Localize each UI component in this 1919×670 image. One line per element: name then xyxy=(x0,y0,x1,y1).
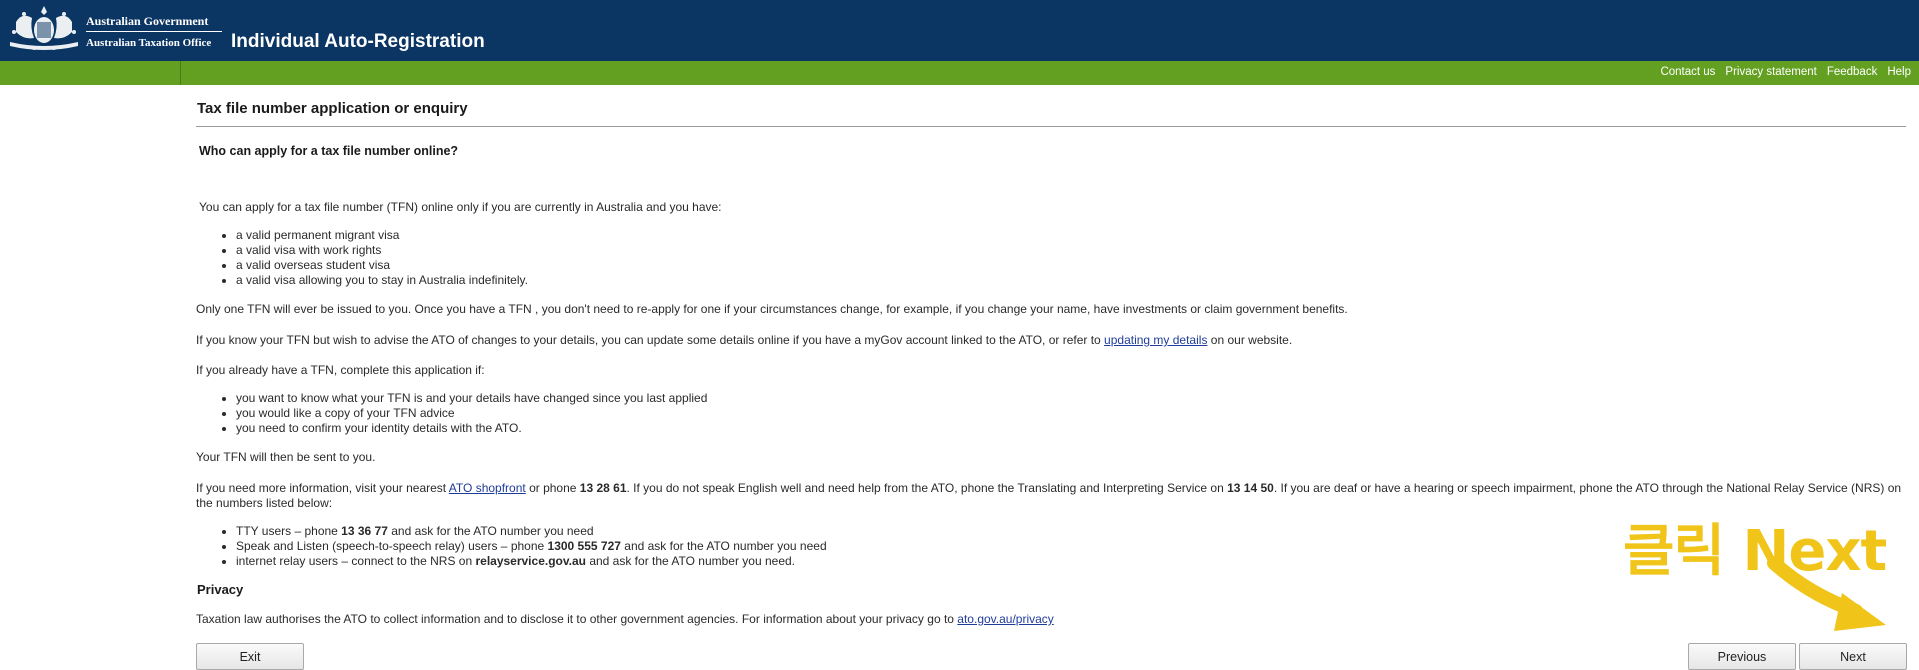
gov-line-1: Australian Government xyxy=(86,14,209,28)
title-divider xyxy=(196,126,1906,127)
ato-shopfront-link[interactable]: ATO shopfront xyxy=(449,481,526,495)
arrow-down-right-icon xyxy=(1767,556,1886,631)
list-item: a valid overseas student visa xyxy=(236,258,528,273)
list-item: a valid visa allowing you to stay in Aus… xyxy=(236,273,528,288)
exit-button[interactable]: Exit xyxy=(196,643,304,670)
tty-text: TTY users – phone xyxy=(236,524,342,538)
relay-service-site: relayservice.gov.au xyxy=(475,554,586,568)
utility-bar-divider xyxy=(180,61,181,85)
gov-line-2: Australian Taxation Office xyxy=(86,37,212,49)
list-item: a valid permanent migrant visa xyxy=(236,228,528,243)
speak-listen-number: 1300 555 727 xyxy=(547,539,621,553)
more-info-text-3: . If you do not speak English well and n… xyxy=(626,481,1228,495)
internet-relay-text-after: and ask for the ATO number you need. xyxy=(585,554,795,568)
tty-number: 13 36 77 xyxy=(341,524,388,538)
tis-phone-number: 13 14 50 xyxy=(1227,481,1274,495)
section-heading: Who can apply for a tax file number onli… xyxy=(199,144,459,158)
only-one-tfn-text: Only one TFN will ever be issued to you.… xyxy=(196,302,1348,316)
internet-relay-text: internet relay users – connect to the NR… xyxy=(236,554,476,568)
ato-privacy-link[interactable]: ato.gov.au/privacy xyxy=(957,612,1054,626)
update-details-text: If you know your TFN but wish to advise … xyxy=(196,333,1292,348)
help-link[interactable]: Help xyxy=(1887,66,1911,78)
header-bar: Australian Government Australian Taxatio… xyxy=(0,0,1919,61)
nrs-list: TTY users – phone 13 36 77 and ask for t… xyxy=(196,524,827,569)
update-details-text-before: If you know your TFN but wish to advise … xyxy=(196,333,1105,347)
list-item: Speak and Listen (speech-to-speech relay… xyxy=(236,539,827,554)
contact-us-link[interactable]: Contact us xyxy=(1660,66,1715,78)
list-item: TTY users – phone 13 36 77 and ask for t… xyxy=(236,524,827,539)
gov-divider xyxy=(86,31,222,32)
list-item: you need to confirm your identity detail… xyxy=(236,421,707,436)
list-item: internet relay users – connect to the NR… xyxy=(236,554,827,569)
more-info-text-1: If you need more information, visit your… xyxy=(196,481,449,495)
update-details-text-after: on our website. xyxy=(1207,333,1293,347)
list-item: you would like a copy of your TFN advice xyxy=(236,406,707,421)
intro-text: You can apply for a tax file number (TFN… xyxy=(199,200,722,214)
speak-listen-text: Speak and Listen (speech-to-speech relay… xyxy=(236,539,548,553)
privacy-text: Taxation law authorises the ATO to colle… xyxy=(196,612,1054,627)
utility-links: Contact us Privacy statement Feedback He… xyxy=(1660,66,1911,78)
page-title: Tax file number application or enquiry xyxy=(197,100,468,117)
updating-my-details-link[interactable]: updating my details xyxy=(1104,333,1207,347)
tty-text-after: and ask for the ATO number you need xyxy=(387,524,594,538)
privacy-statement-link[interactable]: Privacy statement xyxy=(1725,66,1816,78)
next-button[interactable]: Next xyxy=(1799,643,1907,670)
privacy-heading: Privacy xyxy=(197,582,244,597)
privacy-text-body: Taxation law authorises the ATO to colle… xyxy=(196,612,958,626)
more-info-text-2: or phone xyxy=(525,481,580,495)
already-have-tfn-text: If you already have a TFN, complete this… xyxy=(196,363,485,377)
app-title: Individual Auto-Registration xyxy=(231,31,485,52)
tfn-sent-text: Your TFN will then be sent to you. xyxy=(196,450,376,464)
list-item: you want to know what your TFN is and yo… xyxy=(236,391,707,406)
coat-of-arms-icon xyxy=(10,6,78,50)
list-item: a valid visa with work rights xyxy=(236,243,528,258)
utility-bar xyxy=(0,61,1919,85)
feedback-link[interactable]: Feedback xyxy=(1827,66,1878,78)
ato-phone-number: 13 28 61 xyxy=(579,481,627,495)
already-have-list: you want to know what your TFN is and yo… xyxy=(196,391,707,436)
speak-listen-text-after: and ask for the ATO number you need xyxy=(620,539,827,553)
eligibility-list: a valid permanent migrant visa a valid v… xyxy=(196,228,528,288)
previous-button[interactable]: Previous xyxy=(1688,643,1796,670)
